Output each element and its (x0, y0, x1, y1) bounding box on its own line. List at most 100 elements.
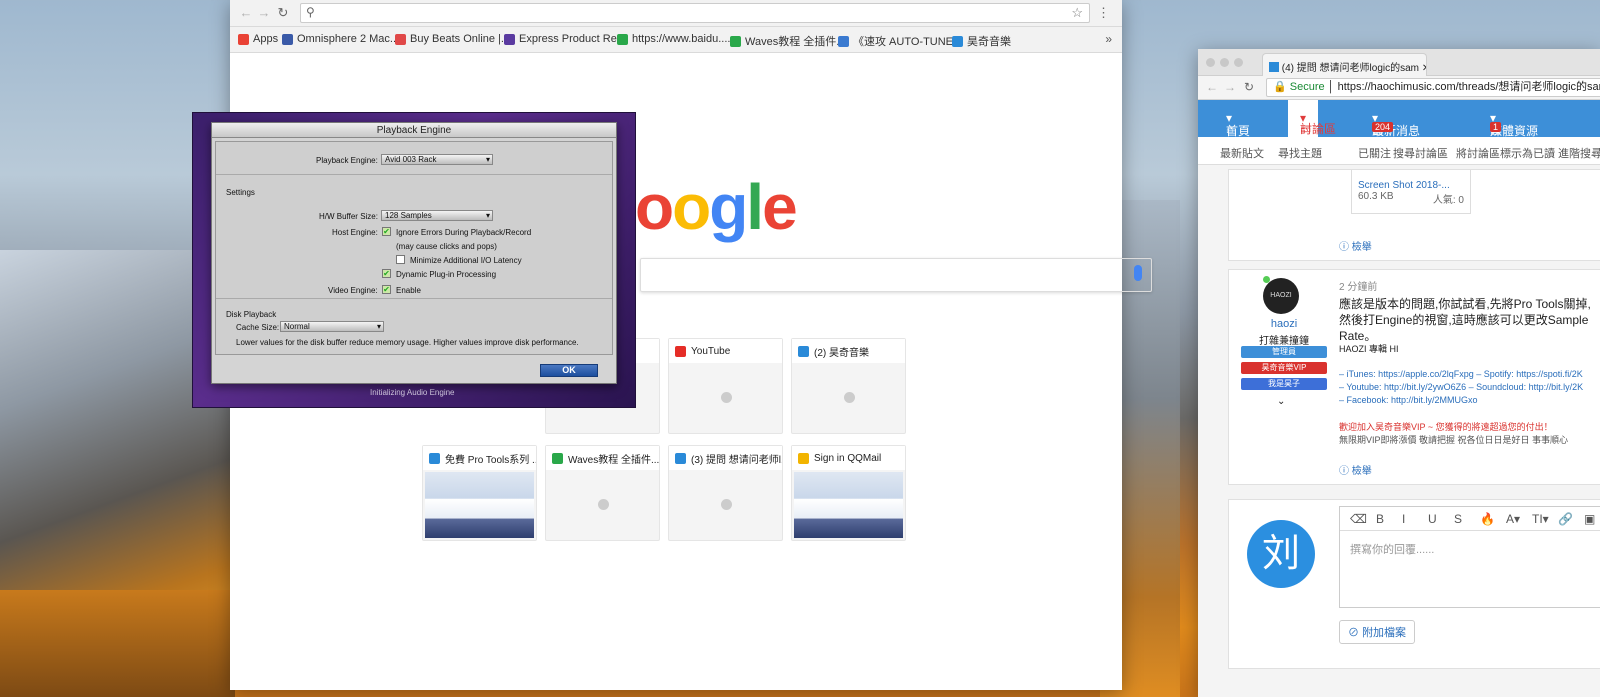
attachment-post: Screen Shot 2018-... 60.3 KB 人氣: 0 ⓘ 檢舉 (1228, 169, 1600, 261)
bookmark-star-icon[interactable]: ☆ (1071, 5, 1083, 21)
nav-media[interactable]: ▣ 媒體資源 1 ▾ (1490, 111, 1538, 138)
forward-icon[interactable]: → (1224, 80, 1236, 94)
attachment-card[interactable]: Screen Shot 2018-... 60.3 KB 人氣: 0 (1351, 170, 1471, 214)
editor-tool-button[interactable]: TI▾ (1532, 512, 1549, 526)
signature-line[interactable]: – Youtube: http://bit.ly/2ywO6Z6 – Sound… (1339, 381, 1600, 394)
editor-tool-button[interactable]: 🔗 (1558, 512, 1573, 526)
bookmark-item[interactable]: Buy Beats Online |... (395, 33, 510, 45)
username[interactable]: haozi (1229, 318, 1339, 330)
video-engine-label: Video Engine: (328, 286, 378, 295)
video-enable-checkbox[interactable]: ✔ (382, 285, 391, 294)
bookmark-item[interactable]: Waves教程 全插件... (730, 33, 845, 49)
editor-tool-button[interactable]: I (1402, 512, 1405, 526)
bookmark-favicon-icon (395, 33, 406, 45)
ignore-errors-label: Ignore Errors During Playback/Record (396, 228, 532, 237)
bookmarks-more-icon[interactable]: » (1105, 32, 1112, 46)
tile-favicon-icon (675, 452, 686, 464)
forward-icon[interactable]: → (256, 5, 272, 21)
forum-browser-window: (4) 提問 想请问老师logic的sam ✕ ← → ↻ 🔒 Secure │… (1198, 49, 1600, 697)
reload-icon[interactable]: ↻ (275, 5, 291, 21)
subnav-item[interactable]: 最新貼文 (1220, 145, 1264, 161)
bookmark-item[interactable]: 《速攻 AUTO-TUNE... (838, 33, 962, 49)
zoom-window-icon[interactable] (1234, 58, 1243, 67)
avatar[interactable]: HAOZI (1263, 278, 1299, 314)
ignore-errors-checkbox[interactable]: ✔ (382, 227, 391, 236)
latest-badge: 204 (1372, 122, 1394, 132)
editor-tool-button[interactable]: ▣ (1584, 512, 1595, 526)
init-status: Initializing Audio Engine (370, 388, 455, 397)
editor-tool-button[interactable]: A▾ (1506, 512, 1520, 526)
role-badge: 昊奇音樂VIP (1241, 362, 1327, 374)
ok-button[interactable]: OK (540, 364, 598, 377)
min-latency-checkbox[interactable] (396, 255, 405, 264)
min-latency-label: Minimize Additional I/O Latency (410, 256, 522, 265)
address-bar[interactable]: ⚲ ☆ (300, 3, 1090, 23)
bookmark-item[interactable]: Express Product Re... (504, 33, 626, 45)
report-link[interactable]: ⓘ 檢舉 (1339, 462, 1372, 477)
most-visited-tile[interactable]: 免費 Pro Tools系列 ... (422, 445, 537, 541)
forum-tabbar: (4) 提問 想请问老师logic的sam ✕ (1198, 49, 1600, 76)
nav-discuss[interactable]: ▭ 討論區 ▾ (1288, 100, 1336, 137)
bookmark-label: Buy Beats Online |... (410, 33, 511, 45)
disk-hint: Lower values for the disk buffer reduce … (236, 338, 579, 347)
forum-tab[interactable]: (4) 提問 想请问老师logic的sam ✕ (1262, 53, 1427, 76)
buffer-size-select[interactable]: 128 Samples (381, 210, 493, 221)
tile-placeholder-dot (844, 392, 855, 403)
forum-url-field[interactable]: 🔒 Secure │ https://haochimusic.com/threa… (1266, 78, 1600, 97)
bookmark-item[interactable]: 昊奇音樂 (952, 33, 1011, 49)
editor-tool-button[interactable]: 🔥 (1480, 512, 1495, 526)
subnav-item[interactable]: 已關注 (1358, 145, 1391, 161)
bookmark-item[interactable]: https://www.baidu.... (617, 33, 730, 45)
link-icon: ⊘ (1348, 627, 1359, 639)
editor-tool-button[interactable]: B (1376, 512, 1384, 526)
subnav-item[interactable]: 尋找主題 (1278, 145, 1322, 161)
editor-tool-button[interactable]: S (1454, 512, 1462, 526)
tile-header: (3) 提問 想请问老师l... (669, 446, 782, 470)
dialog-title: Playback Engine (212, 123, 616, 138)
subnav-item[interactable]: 進階搜尋 (1558, 145, 1600, 161)
report-link[interactable]: ⓘ 檢舉 (1339, 238, 1372, 253)
most-visited-tile[interactable]: (3) 提問 想请问老师l... (668, 445, 783, 541)
most-visited-tile[interactable]: Waves教程 全插件... (545, 445, 660, 541)
chrome-menu-icon[interactable]: ⋮ (1097, 5, 1110, 21)
microphone-icon[interactable] (1134, 265, 1142, 281)
google-search-box[interactable] (640, 258, 1152, 292)
editor-tool-button[interactable]: U (1428, 512, 1437, 526)
bookmark-favicon-icon (952, 35, 963, 47)
editor-tool-button[interactable]: ⌫ (1350, 512, 1367, 526)
tile-title: Waves教程 全插件... (568, 454, 659, 466)
tile-title: (3) 提問 想请问老师l... (691, 454, 782, 466)
bookmark-label: 《速攻 AUTO-TUNE... (853, 36, 963, 48)
bookmark-item[interactable]: Apps (238, 33, 278, 45)
tile-favicon-icon (798, 452, 809, 464)
attach-file-button[interactable]: ⊘ 附加檔案 (1339, 620, 1416, 644)
signature-line[interactable]: – iTunes: https://apple.co/2lqFxpg – Spo… (1339, 368, 1600, 381)
reply-input[interactable]: 撰寫你的回覆...... (1340, 531, 1600, 567)
dynamic-plugin-checkbox[interactable]: ✔ (382, 269, 391, 278)
bookmark-item[interactable]: Omnisphere 2 Mac... (282, 33, 399, 45)
signature-line[interactable]: – Facebook: http://bit.ly/2MMUGxo (1339, 394, 1600, 407)
back-icon[interactable]: ← (1206, 80, 1218, 94)
nav-home[interactable]: ⌂ 首頁 ▾ (1226, 111, 1250, 138)
nav-latest[interactable]: ▤ 最新消息 204 ▾ (1372, 111, 1420, 138)
tile-header: 免費 Pro Tools系列 ... (423, 446, 536, 470)
subnav-item[interactable]: 將討論區標示為已讀 (1456, 145, 1555, 161)
signature-links[interactable]: – iTunes: https://apple.co/2lqFxpg – Spo… (1339, 368, 1600, 407)
most-visited-tile[interactable]: (2) 昊奇音樂 (791, 338, 906, 434)
cache-size-label: Cache Size: (236, 323, 280, 332)
reload-icon[interactable]: ↻ (1244, 80, 1254, 94)
attachment-name[interactable]: Screen Shot 2018-... (1358, 180, 1464, 191)
tab-close-icon[interactable]: ✕ (1422, 63, 1426, 74)
most-visited-tile[interactable]: YouTube (668, 338, 783, 434)
video-enable-label: Enable (396, 286, 421, 295)
playback-engine-select[interactable]: Avid 003 Rack (381, 154, 493, 165)
most-visited-tile[interactable]: Sign in QQMail (791, 445, 906, 541)
tile-placeholder-dot (721, 499, 732, 510)
cache-size-select[interactable]: Normal (280, 321, 384, 332)
subnav-item[interactable]: 搜尋討論區 (1393, 145, 1448, 161)
close-window-icon[interactable] (1206, 58, 1215, 67)
back-icon[interactable]: ← (238, 5, 254, 21)
expand-chevron-icon[interactable]: ⌄ (1277, 396, 1285, 407)
bookmark-label: https://www.baidu.... (632, 33, 731, 45)
minimize-window-icon[interactable] (1220, 58, 1229, 67)
